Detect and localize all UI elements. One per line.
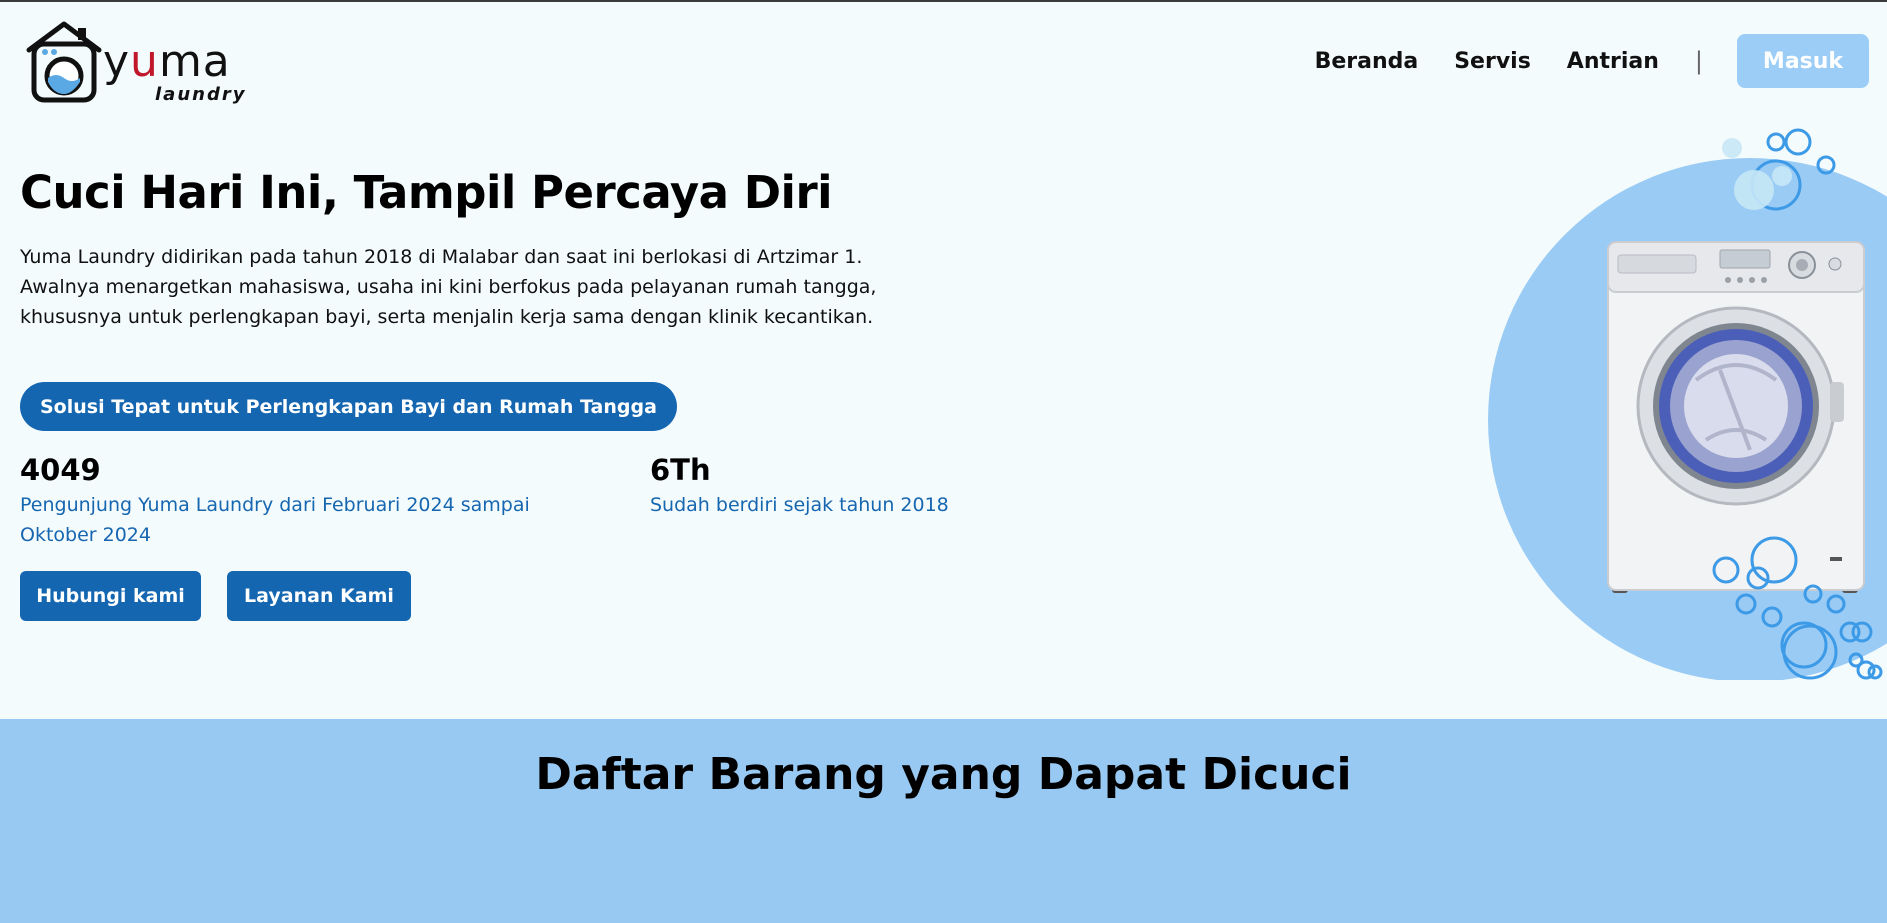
house-washer-logo-icon	[26, 21, 102, 103]
brand-sub: laundry	[155, 84, 247, 105]
stat-visitors: 4049 Pengunjung Yuma Laundry dari Februa…	[20, 452, 580, 550]
top-border	[0, 0, 1887, 2]
services-button[interactable]: Layanan Kami	[227, 571, 411, 621]
washing-machine-illustration	[1488, 128, 1887, 680]
brand-name: yuma	[103, 36, 231, 87]
hero-tagline-pill[interactable]: Solusi Tepat untuk Perlengkapan Bayi dan…	[20, 382, 677, 431]
nav-link-antrian[interactable]: Antrian	[1567, 49, 1659, 74]
nav-link-beranda[interactable]: Beranda	[1315, 49, 1419, 74]
contact-button[interactable]: Hubungi kami	[20, 571, 201, 621]
main-nav: Beranda Servis Antrian | Masuk	[1315, 34, 1869, 88]
stat-text: Sudah berdiri sejak tahun 2018	[650, 494, 949, 516]
stat-number: 4049	[20, 453, 101, 487]
brand-wordmark: yuma laundry	[103, 40, 244, 106]
hero-title: Cuci Hari Ini, Tampil Percaya Diri	[20, 166, 833, 219]
stat-text: Pengunjung Yuma Laundry dari Februari 20…	[20, 494, 530, 546]
nav-separator: |	[1694, 47, 1703, 75]
brand-logo[interactable]: yuma laundry	[26, 20, 244, 105]
hero-description: Yuma Laundry didirikan pada tahun 2018 d…	[20, 246, 877, 328]
stat-years: 6Th Sudah berdiri sejak tahun 2018	[650, 452, 950, 520]
nav-link-servis[interactable]: Servis	[1454, 49, 1531, 74]
section-title: Daftar Barang yang Dapat Dicuci	[535, 749, 1352, 800]
stat-number: 6Th	[650, 453, 711, 487]
login-button[interactable]: Masuk	[1737, 34, 1869, 88]
washable-items-section: Daftar Barang yang Dapat Dicuci	[0, 719, 1887, 923]
